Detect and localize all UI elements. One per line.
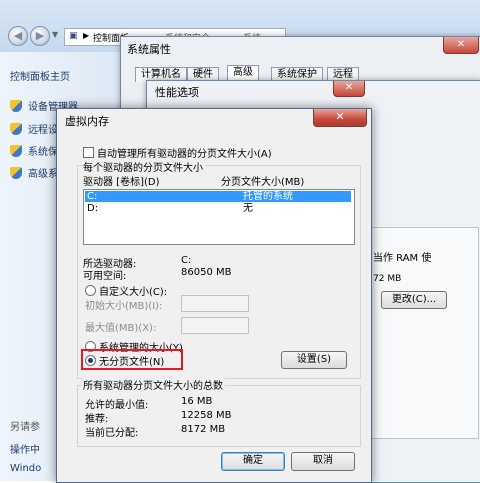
shield-icon <box>10 145 22 157</box>
sidebar-item-advanced[interactable]: 高级系 <box>10 165 58 180</box>
computer-icon: ▣ <box>69 31 78 41</box>
current-allocated-label: 当前已分配: <box>85 428 139 439</box>
forward-button[interactable]: ▶ <box>30 26 50 46</box>
ram-usage-text: 当作 RAM 使 <box>373 253 432 264</box>
drive-column-header: 驱动器 [卷标](D) <box>83 177 160 188</box>
sidebar-item-protection[interactable]: 系统保 <box>10 143 58 158</box>
ok-button[interactable]: 确定 <box>221 452 285 471</box>
selected-drive-value: C: <box>181 255 192 266</box>
close-icon: ✕ <box>344 82 354 93</box>
close-button[interactable]: ✕ <box>313 109 367 127</box>
max-size-label: 最大值(MB)(X): <box>85 323 157 334</box>
recent-pages-icon[interactable]: ▼ <box>52 30 58 39</box>
close-button[interactable]: ✕ <box>443 37 479 54</box>
drive-letter: D: <box>87 203 99 214</box>
drive-paging-size: 无 <box>243 203 253 214</box>
drive-paging-size: 托管的系统 <box>243 191 293 202</box>
close-icon: ✕ <box>335 110 345 123</box>
custom-size-label[interactable]: 自定义大小(C): <box>99 283 167 298</box>
sidebar-home-link[interactable]: 控制面板主页 <box>10 68 70 83</box>
recommended-value: 12258 MB <box>181 410 232 421</box>
change-button[interactable]: 更改(C)... <box>381 291 447 309</box>
free-space-label: 可用空间: <box>83 271 127 282</box>
recommended-label: 推荐: <box>85 414 109 425</box>
auto-manage-checkbox[interactable] <box>83 147 94 158</box>
breadcrumb-separator-icon: ▶ <box>83 31 90 40</box>
shield-icon <box>10 123 22 135</box>
set-button[interactable]: 设置(S) <box>281 351 347 369</box>
min-allowed-label: 允许的最小值: <box>85 400 149 411</box>
initial-size-input[interactable] <box>181 295 249 312</box>
window-title: 系统属性 <box>127 43 171 56</box>
totals-header: 所有驱动器分页文件大小的总数 <box>83 377 225 392</box>
window-title: 性能选项 <box>155 86 199 99</box>
sidebar-item-label: 高级系 <box>28 169 58 180</box>
per-drive-header: 每个驱动器的分页文件大小 <box>83 159 205 174</box>
drive-letter: C: <box>87 191 98 202</box>
drive-row-d[interactable]: D: 无 <box>85 203 351 214</box>
sidebar-windows-update[interactable]: Windo <box>10 463 41 474</box>
initial-size-label: 初始大小(MB)(I): <box>85 301 163 312</box>
current-allocated-value: 8172 MB <box>181 424 226 435</box>
shield-icon <box>10 167 22 179</box>
min-allowed-value: 16 MB <box>181 396 213 407</box>
back-arrow-icon: ◀ <box>13 29 23 42</box>
sidebar-action-center[interactable]: 操作中 <box>10 441 40 456</box>
sidebar-item-label: 远程设 <box>28 125 58 136</box>
max-size-input[interactable] <box>181 317 249 334</box>
cancel-button[interactable]: 取消 <box>291 452 355 471</box>
sidebar-see-also: 另请参 <box>10 422 40 433</box>
drive-list[interactable]: C: 托管的系统 D: 无 <box>83 189 355 245</box>
sidebar-item-remote[interactable]: 远程设 <box>10 121 58 136</box>
free-space-value: 86050 MB <box>181 267 232 278</box>
drive-row-c[interactable]: C: 托管的系统 <box>85 191 351 202</box>
auto-manage-label[interactable]: 自动管理所有驱动器的分页文件大小(A) <box>97 145 272 160</box>
virtual-memory-dialog: 虚拟内存 ✕ 自动管理所有驱动器的分页文件大小(A) 每个驱动器的分页文件大小 … <box>56 108 372 483</box>
close-button[interactable]: ✕ <box>333 81 365 97</box>
dialog-title: 虚拟内存 <box>65 115 109 128</box>
sidebar-item-label: 系统保 <box>28 147 58 158</box>
close-icon: ✕ <box>456 39 466 50</box>
custom-size-radio[interactable] <box>85 285 96 296</box>
back-button[interactable]: ◀ <box>8 26 28 46</box>
shield-icon <box>10 100 22 112</box>
size-column-header: 分页文件大小(MB) <box>221 177 305 188</box>
highlight-box <box>81 349 183 370</box>
forward-arrow-icon: ▶ <box>35 29 45 42</box>
paging-size-text: 72 MB <box>373 274 402 284</box>
